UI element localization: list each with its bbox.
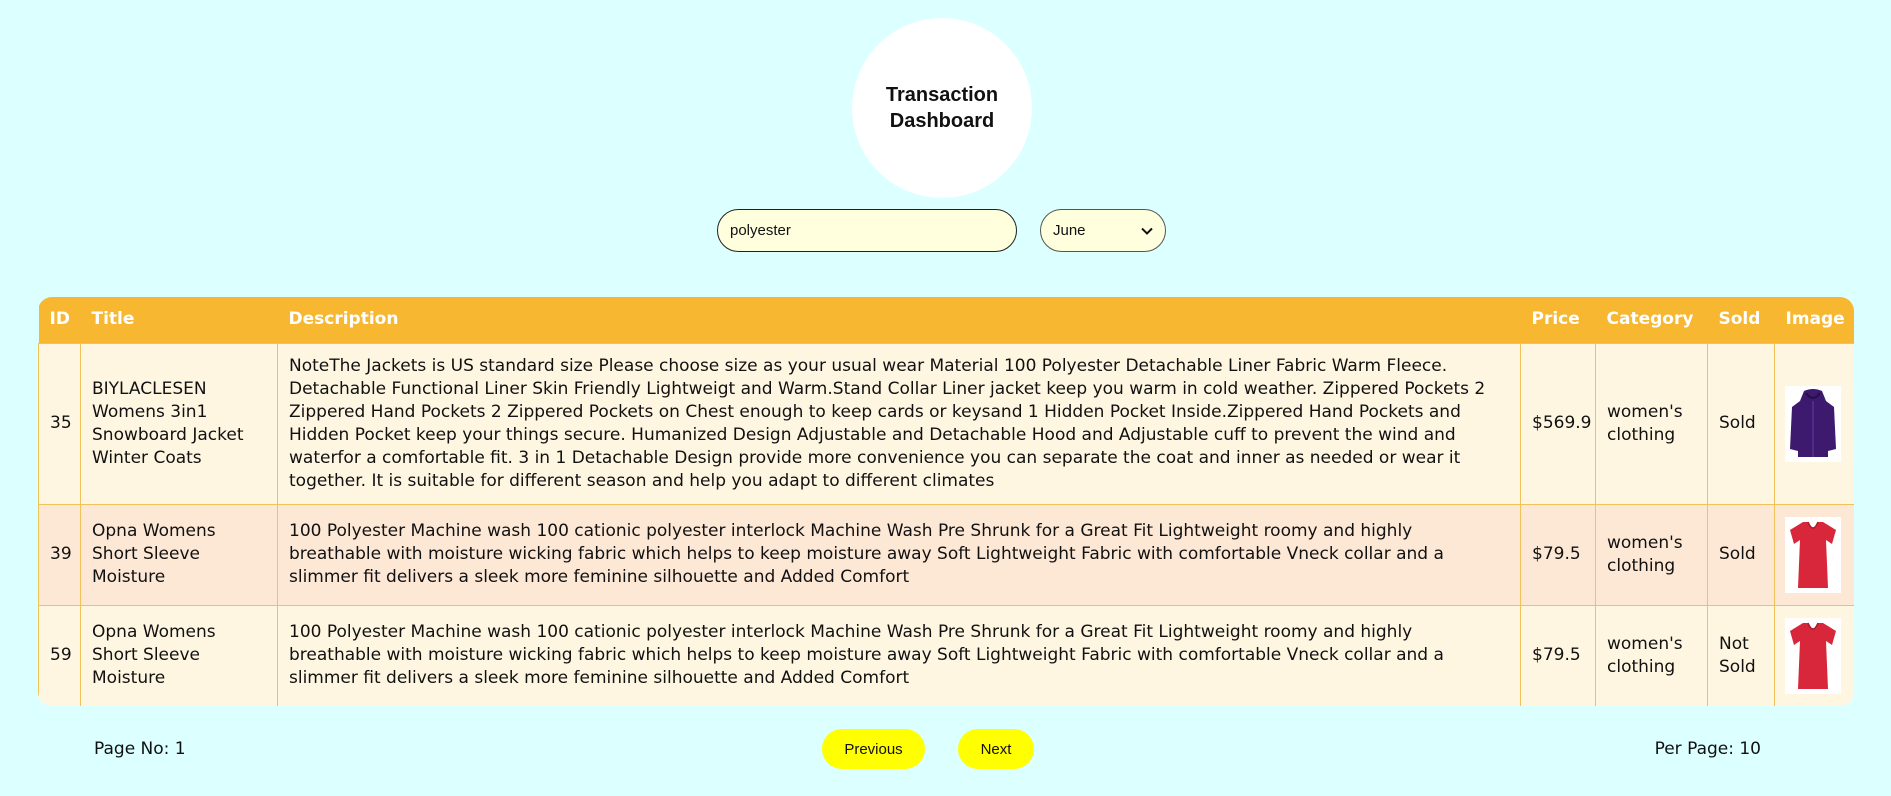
previous-button[interactable]: Previous	[822, 729, 925, 769]
cell-category: women's clothing	[1595, 604, 1708, 706]
cell-price: $79.5	[1520, 503, 1596, 606]
column-header-price: Price	[1531, 309, 1580, 330]
cell-price: $79.5	[1520, 604, 1596, 706]
transactions-table-container: ID Title Description Price Category Sold…	[38, 297, 1854, 706]
table-row: 35 BIYLACLESEN Womens 3in1 Snowboard Jac…	[38, 342, 1854, 505]
cell-image	[1774, 503, 1854, 606]
cell-sold: Sold	[1707, 503, 1775, 606]
cell-price: $569.9	[1520, 342, 1596, 505]
column-header-sold: Sold	[1718, 309, 1761, 330]
per-page: Per Page: 10	[1654, 739, 1761, 759]
page-number: Page No: 1	[94, 739, 186, 759]
cell-image	[1774, 342, 1854, 505]
chevron-down-icon	[1141, 224, 1153, 238]
column-header-description: Description	[288, 309, 399, 330]
cell-title: Opna Womens Short Sleeve Moisture	[80, 604, 278, 706]
title-circle: Transaction Dashboard	[852, 18, 1032, 198]
page-title: Transaction Dashboard	[885, 84, 999, 132]
next-button[interactable]: Next	[958, 729, 1034, 769]
cell-id: 35	[38, 342, 81, 505]
month-select[interactable]: June	[1040, 209, 1166, 252]
cell-description: 100 Polyester Machine wash 100 cationic …	[277, 503, 1521, 606]
cell-description: 100 Polyester Machine wash 100 cationic …	[277, 604, 1521, 706]
cell-title: Opna Womens Short Sleeve Moisture	[80, 503, 278, 606]
purple-jacket-image	[1785, 385, 1841, 462]
cell-description: NoteThe Jackets is US standard size Plea…	[277, 342, 1521, 505]
column-header-image: Image	[1785, 309, 1845, 330]
search-input[interactable]	[717, 209, 1017, 252]
red-tshirt-image	[1785, 516, 1841, 593]
month-select-value: June	[1053, 222, 1086, 239]
red-tshirt-image	[1785, 617, 1841, 694]
table-row: 59 Opna Womens Short Sleeve Moisture 100…	[38, 604, 1854, 706]
cell-sold: Not Sold	[1707, 604, 1775, 706]
cell-image	[1774, 604, 1854, 706]
transactions-table: ID Title Description Price Category Sold…	[38, 297, 1854, 706]
cell-category: women's clothing	[1595, 503, 1708, 606]
cell-category: women's clothing	[1595, 342, 1708, 505]
cell-id: 59	[38, 604, 81, 706]
cell-sold: Sold	[1707, 342, 1775, 505]
column-header-id: ID	[49, 309, 70, 330]
column-header-title: Title	[91, 309, 135, 330]
cell-title: BIYLACLESEN Womens 3in1 Snowboard Jacket…	[80, 342, 278, 505]
table-header-row: ID Title Description Price Category Sold…	[38, 297, 1854, 343]
column-header-category: Category	[1606, 309, 1694, 330]
cell-id: 39	[38, 503, 81, 606]
table-row: 39 Opna Womens Short Sleeve Moisture 100…	[38, 503, 1854, 606]
